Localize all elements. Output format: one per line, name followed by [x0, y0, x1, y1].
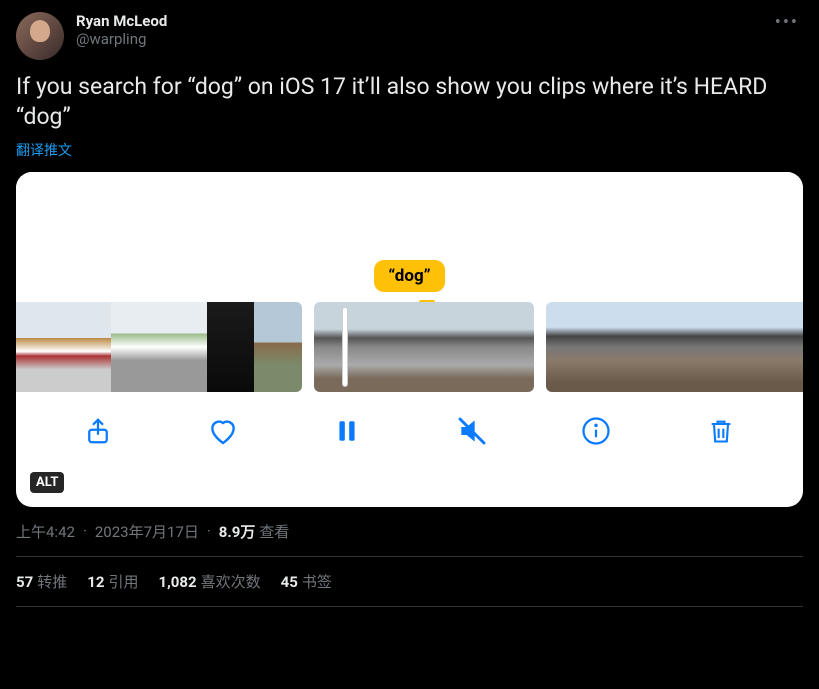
- timeline-frame: [424, 302, 479, 392]
- views-count[interactable]: 8.9万: [219, 521, 256, 542]
- tweet-container: Ryan McLeod @warpling ••• If you search …: [0, 0, 819, 619]
- timeline-frame: [717, 302, 760, 392]
- tweet-time[interactable]: 上午4:42: [16, 521, 75, 542]
- media-toolbar: [16, 392, 803, 476]
- timeline-frame: [254, 302, 302, 392]
- likes-count: 1,082: [158, 573, 196, 591]
- mute-button[interactable]: [455, 414, 489, 448]
- quotes-stat[interactable]: 12引用: [87, 571, 138, 592]
- info-icon: [581, 416, 611, 446]
- pause-button[interactable]: [330, 414, 364, 448]
- timeline-frame: [111, 302, 159, 392]
- avatar[interactable]: [16, 12, 64, 60]
- timeline-frame: [207, 302, 255, 392]
- share-button[interactable]: [81, 414, 115, 448]
- timeline-frame: [64, 302, 112, 392]
- display-name[interactable]: Ryan McLeod: [76, 12, 759, 30]
- timeline-frame: [479, 302, 534, 392]
- timeline-frame: [369, 302, 424, 392]
- user-handle[interactable]: @warpling: [76, 30, 759, 48]
- timeline-frame: [632, 302, 675, 392]
- retweets-count: 57: [16, 573, 33, 591]
- info-button[interactable]: [579, 414, 613, 448]
- trash-icon: [707, 416, 735, 446]
- tweet-stats: 57转推 12引用 1,082 喜欢次数 45书签: [16, 557, 803, 607]
- timeline-frame: [674, 302, 717, 392]
- tweet-text: If you search for “dog” on iOS 17 it’ll …: [16, 72, 803, 132]
- playhead-icon[interactable]: [342, 307, 348, 387]
- more-options-button[interactable]: •••: [771, 12, 803, 33]
- translate-link[interactable]: 翻译推文: [16, 140, 72, 160]
- timeline-frame: [760, 302, 803, 392]
- separator-dot: [203, 522, 215, 540]
- media-preview-top: “dog”: [16, 172, 803, 302]
- ellipsis-icon: •••: [775, 12, 799, 33]
- search-term-text: “dog”: [388, 266, 430, 286]
- retweets-label: 转推: [37, 573, 67, 591]
- pause-icon: [334, 416, 360, 446]
- delete-button[interactable]: [704, 414, 738, 448]
- timeline-frame: [589, 302, 632, 392]
- clip-group[interactable]: [314, 302, 534, 392]
- tweet-date[interactable]: 2023年7月17日: [95, 521, 199, 542]
- speaker-muted-icon: [456, 415, 488, 447]
- user-info: Ryan McLeod @warpling: [76, 12, 759, 48]
- bookmarks-stat[interactable]: 45书签: [281, 571, 332, 592]
- search-term-badge: “dog”: [374, 260, 444, 292]
- media-attachment[interactable]: “dog”: [16, 172, 803, 507]
- clip-group[interactable]: [16, 302, 302, 392]
- views-label: 查看: [259, 521, 289, 542]
- bookmarks-count: 45: [281, 573, 298, 591]
- separator-dot: [79, 522, 91, 540]
- likes-label: 喜欢次数: [201, 573, 261, 591]
- video-timeline[interactable]: [16, 302, 803, 392]
- like-button[interactable]: [206, 414, 240, 448]
- quotes-label: 引用: [108, 573, 138, 591]
- timeline-frame: [546, 302, 589, 392]
- likes-stat[interactable]: 1,082 喜欢次数: [158, 571, 260, 592]
- retweets-stat[interactable]: 57转推: [16, 571, 67, 592]
- clip-group[interactable]: [546, 302, 803, 392]
- bookmarks-label: 书签: [302, 573, 332, 591]
- alt-badge[interactable]: ALT: [30, 472, 64, 493]
- timeline-frame: [16, 302, 64, 392]
- heart-icon: [207, 415, 239, 447]
- tweet-meta: 上午4:42 2023年7月17日 8.9万 查看: [16, 521, 803, 557]
- quotes-count: 12: [87, 573, 104, 591]
- tweet-header: Ryan McLeod @warpling •••: [16, 12, 803, 60]
- timeline-frame: [159, 302, 207, 392]
- share-icon: [83, 416, 113, 446]
